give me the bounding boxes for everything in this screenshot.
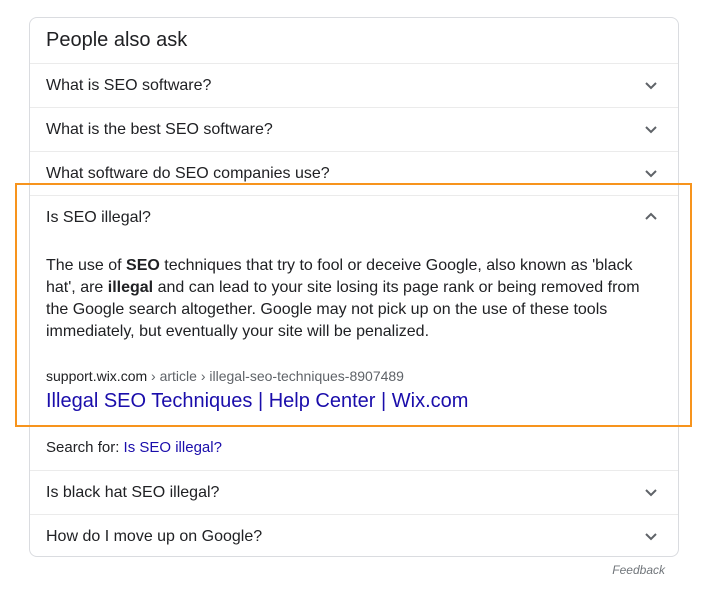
chevron-down-icon: [644, 78, 658, 92]
people-also-ask-panel: People also ask What is SEO software? Wh…: [29, 17, 679, 557]
search-for-link[interactable]: Is SEO illegal?: [124, 439, 222, 456]
chevron-down-icon: [644, 166, 658, 180]
search-for-label: Search for:: [46, 439, 124, 456]
answer-bold: SEO: [126, 257, 160, 274]
source-domain: support.wix.com: [46, 368, 148, 384]
question-row-5[interactable]: Is black hat SEO illegal?: [30, 470, 678, 514]
answer-text: The use of SEO techniques that try to fo…: [46, 255, 661, 343]
chevron-down-icon: [644, 529, 658, 543]
question-row-3[interactable]: What software do SEO companies use?: [30, 151, 678, 195]
question-text: What is SEO software?: [46, 77, 212, 94]
question-text: Is black hat SEO illegal?: [46, 484, 220, 501]
chevron-down-icon: [644, 485, 658, 499]
question-row-2[interactable]: What is the best SEO software?: [30, 107, 678, 151]
source-breadcrumb: › article › illegal-seo-techniques-89074…: [147, 368, 404, 384]
question-row-expanded[interactable]: Is SEO illegal?: [30, 195, 678, 239]
chevron-up-icon: [644, 210, 658, 224]
question-text: What software do SEO companies use?: [46, 165, 330, 182]
feedback-link[interactable]: Feedback: [612, 563, 665, 577]
result-title-link[interactable]: Illegal SEO Techniques | Help Center | W…: [46, 388, 468, 414]
question-row-6[interactable]: How do I move up on Google?: [30, 514, 678, 558]
chevron-down-icon: [644, 122, 658, 136]
answer-bold: illegal: [107, 279, 154, 296]
search-for: Search for: Is SEO illegal?: [46, 438, 222, 458]
question-text: What is the best SEO software?: [46, 121, 273, 138]
question-text: How do I move up on Google?: [46, 528, 263, 545]
answer-part: The use of: [46, 257, 127, 274]
source-citation: support.wix.com › article › illegal-seo-…: [46, 366, 404, 386]
question-text: Is SEO illegal?: [46, 209, 151, 226]
panel-title: People also ask: [46, 29, 188, 51]
question-row-1[interactable]: What is SEO software?: [30, 63, 678, 107]
